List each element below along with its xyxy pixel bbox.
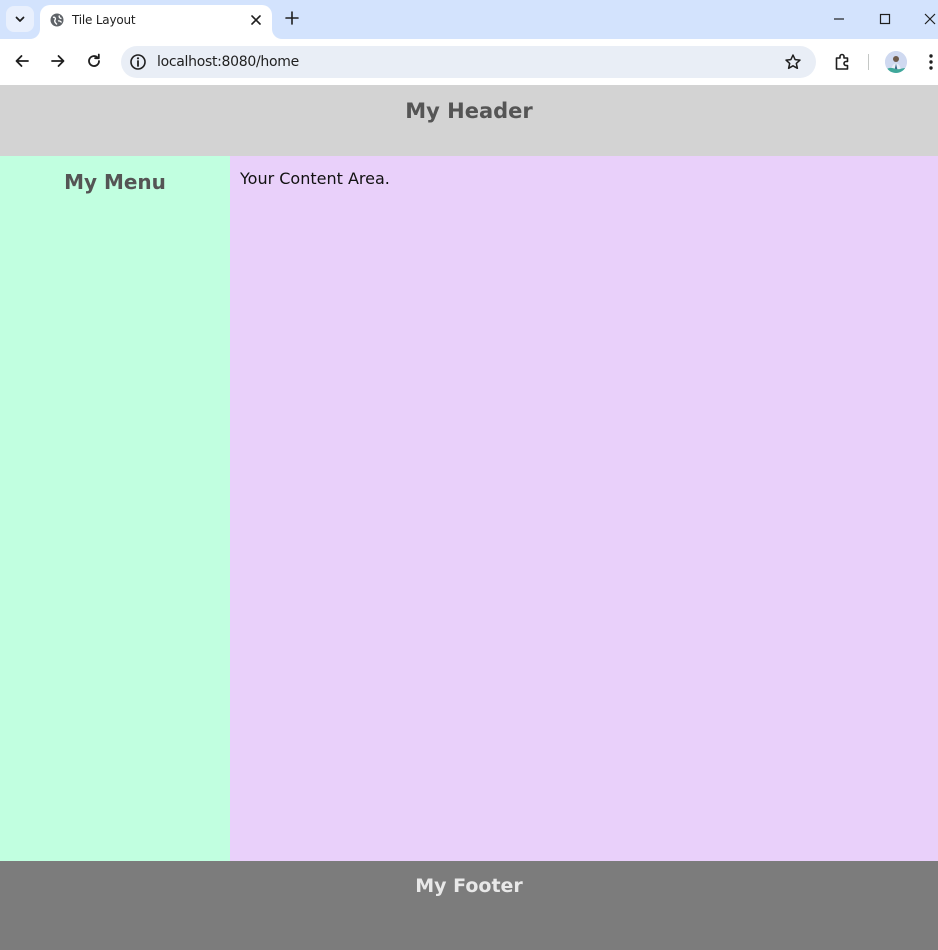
- page-header-title: My Header: [405, 99, 533, 123]
- browser-toolbar: localhost:8080/home: [0, 39, 938, 85]
- close-window-icon[interactable]: [922, 11, 938, 27]
- avatar[interactable]: [885, 51, 907, 73]
- arrow-left-icon[interactable]: [13, 52, 31, 70]
- page-menu-title: My Menu: [64, 170, 166, 194]
- address-bar[interactable]: localhost:8080/home: [121, 46, 816, 78]
- page-content: Your Content Area.: [230, 156, 938, 861]
- browser-tab-active[interactable]: Tile Layout: [40, 5, 272, 39]
- browser-tab-strip: Tile Layout: [0, 0, 938, 39]
- globe-icon: [50, 13, 64, 27]
- toolbar-divider: [868, 54, 869, 70]
- page-footer: My Footer: [0, 861, 938, 950]
- plus-icon[interactable]: [283, 9, 301, 27]
- puzzle-icon[interactable]: [833, 52, 853, 72]
- url-text[interactable]: localhost:8080/home: [157, 54, 299, 70]
- info-icon[interactable]: [129, 53, 147, 71]
- arrow-right-icon[interactable]: [49, 52, 67, 70]
- tab-title: Tile Layout: [72, 13, 136, 27]
- page-menu: My Menu: [0, 156, 230, 861]
- close-icon[interactable]: [249, 13, 263, 27]
- page-header: My Header: [0, 85, 938, 156]
- profile-icon: [885, 51, 907, 73]
- reload-icon[interactable]: [85, 52, 103, 70]
- chevron-down-icon: [15, 16, 25, 22]
- web-page: My Header My Menu Your Content Area. My …: [0, 85, 938, 950]
- content-text: Your Content Area.: [240, 169, 390, 188]
- minimize-icon[interactable]: [831, 11, 847, 27]
- star-icon[interactable]: [784, 53, 802, 71]
- maximize-icon[interactable]: [877, 11, 893, 27]
- kebab-menu-icon[interactable]: [925, 52, 937, 72]
- page-footer-title: My Footer: [415, 875, 523, 897]
